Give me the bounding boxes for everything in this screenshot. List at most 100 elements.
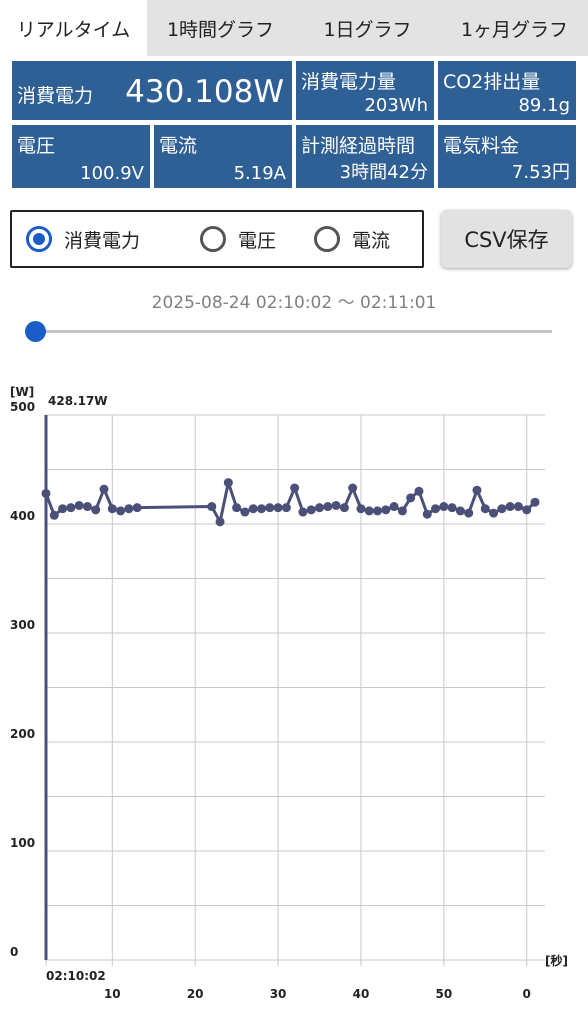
data-point [248,504,258,514]
y-tick-label: 0 [10,945,18,959]
power-label: 消費電力 [17,85,94,107]
data-point [41,488,51,498]
data-point [91,505,101,515]
data-point [464,508,474,518]
x-tick-labels: 02:10:02 10 20 30 40 50 0 [46,969,531,1001]
data-point [323,502,333,512]
y-tick-label: 300 [10,618,35,632]
data-point [132,503,142,513]
co2-label: CO2排出量 [443,71,541,93]
data-point [66,503,76,513]
cost-label: 電気料金 [443,135,520,157]
data-point [356,504,366,514]
y-tick-label: 100 [10,836,35,850]
elapsed-label: 計測経過時間 [301,135,416,157]
co2-cell: CO2排出量 89.1g [438,61,576,120]
data-point [431,504,441,514]
tab-1hour-graph[interactable]: 1時間グラフ [147,0,294,56]
data-point [107,504,117,514]
power-cell: 消費電力 430.108W [12,61,292,120]
x-tick-label: 10 [104,987,121,1001]
data-point [49,510,59,520]
data-point [315,503,325,513]
radio-current-label: 電流 [352,229,391,252]
x-tick-label: 20 [187,987,204,1001]
y-tick-label: 500 [10,400,35,414]
tab-1month-graph[interactable]: 1ヶ月グラフ [441,0,588,56]
radio-current[interactable]: 電流 [314,212,390,266]
y-tick-label: 200 [10,727,35,741]
data-point [256,504,266,514]
data-point [414,486,424,496]
data-point [489,508,499,518]
x-tick-label: 0 [523,987,531,1001]
data-point [273,503,283,513]
graph-type-radio-group: 消費電力 電圧 電流 [10,210,424,268]
data-point [265,503,275,513]
time-slider-track[interactable] [36,330,552,333]
tab-1day-graph[interactable]: 1日グラフ [294,0,441,56]
data-point [447,503,457,513]
radio-power-label: 消費電力 [64,229,141,252]
y-tick-labels: 0 100 200 300 400 500 [10,400,35,959]
radio-voltage-indicator[interactable] [200,226,226,252]
series-points [41,478,540,527]
data-point [530,497,540,507]
x-tick-label: 40 [353,987,370,1001]
tab-bar: リアルタイム 1時間グラフ 1日グラフ 1ヶ月グラフ [0,0,588,56]
x-tick-label: 50 [435,987,452,1001]
energy-label: 消費電力量 [301,71,397,93]
time-range-text: 2025-08-24 02:10:02 〜 02:11:01 [151,293,437,313]
data-point [74,500,84,510]
data-point [389,502,399,512]
x-axis-label: [秒] [545,953,568,968]
data-point [82,502,92,512]
energy-value: 203Wh [364,95,428,116]
voltage-value: 100.9V [80,163,144,184]
cost-value: 7.53円 [511,162,570,183]
radio-power-indicator[interactable] [26,226,52,252]
radio-voltage[interactable]: 電圧 [200,212,276,266]
data-point [422,509,432,519]
data-point [306,505,316,515]
data-point [455,506,465,516]
radio-power[interactable]: 消費電力 [26,212,140,266]
data-point [439,502,449,512]
data-point [58,504,68,514]
energy-cell: 消費電力量 203Wh [296,61,434,120]
current-label: 電流 [159,135,198,157]
data-point [505,502,515,512]
x-tick-label: 02:10:02 [46,969,106,983]
data-point [232,503,242,513]
data-point [364,506,374,516]
tab-realtime[interactable]: リアルタイム [0,0,147,56]
data-point [215,517,225,527]
current-cell: 電流 5.19A [154,125,292,188]
data-point [207,502,217,512]
radio-voltage-label: 電圧 [238,229,277,252]
data-point [406,493,416,503]
data-point [298,507,308,517]
time-slider-thumb[interactable] [25,321,46,342]
data-point [348,483,358,493]
data-point [513,502,523,512]
csv-save-button[interactable]: CSV保存 [441,210,572,268]
data-point [472,485,482,495]
data-point [116,506,126,516]
elapsed-cell: 計測経過時間 3時間42分 [296,125,434,188]
y-axis-label: [W] [10,385,34,399]
data-point [223,478,233,488]
data-point [522,505,532,515]
data-point [331,500,341,510]
elapsed-value: 3時間42分 [339,162,428,183]
radio-current-indicator[interactable] [314,226,340,252]
cost-cell: 電気料金 7.53円 [438,125,576,188]
data-point [339,503,349,513]
data-point [124,504,134,514]
x-tick-label: 30 [270,987,287,1001]
data-point [99,484,109,494]
data-point [373,506,383,516]
data-point [240,507,250,517]
cursor-value-label: 428.17W [48,394,108,408]
data-point [281,503,291,513]
